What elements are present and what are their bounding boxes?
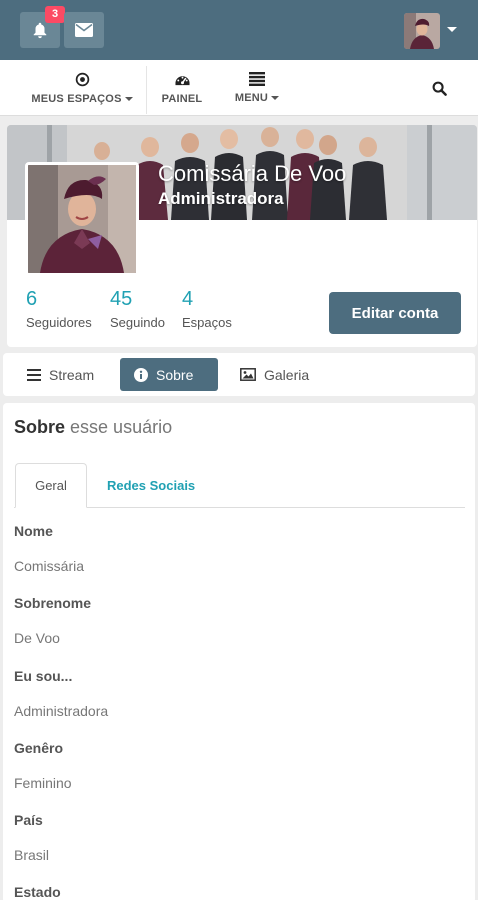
notification-count-badge: 3 <box>45 6 65 23</box>
following-count: 45 <box>110 288 133 310</box>
list-icon <box>249 72 265 86</box>
field-value-last-name: De Voo <box>14 630 60 646</box>
info-circle-icon <box>134 367 148 382</box>
field-label-state: Estado <box>14 884 61 900</box>
about-heading-bold: Sobre <box>14 417 66 437</box>
top-bar: 3 <box>0 0 478 60</box>
bell-icon <box>33 22 47 39</box>
dashboard-icon <box>174 75 190 85</box>
field-label-first-name: Nome <box>14 523 53 539</box>
profile-tabs: Stream Sobre Galeria <box>3 353 475 396</box>
spaces-label: Espaços <box>182 315 232 330</box>
field-value-title: Administradora <box>14 703 109 719</box>
bars-icon <box>27 368 41 381</box>
nav-my-spaces[interactable]: MEUS ESPAÇOS <box>28 60 136 116</box>
account-menu-caret-icon[interactable] <box>447 27 457 32</box>
nav-divider <box>146 66 147 114</box>
nav-dashboard[interactable]: PAINEL <box>154 60 210 116</box>
tab-general[interactable]: Geral <box>15 463 87 508</box>
nav-menu[interactable]: MENU <box>226 60 288 116</box>
nav-dashboard-label: PAINEL <box>161 92 203 105</box>
chevron-down-icon <box>271 96 280 100</box>
edit-account-button[interactable]: Editar conta <box>329 292 461 334</box>
envelope-icon <box>75 23 93 37</box>
main-nav: MEUS ESPAÇOS PAINEL MENU <box>0 60 478 116</box>
chevron-down-icon <box>124 96 133 101</box>
about-card: Sobre esse usuário Geral Redes Sociais N… <box>3 403 475 900</box>
search-button[interactable] <box>425 77 453 99</box>
following-stat[interactable]: 45 Seguindo <box>110 288 165 330</box>
tab-social-networks[interactable]: Redes Sociais <box>107 463 195 508</box>
about-heading-rest: esse usuário <box>70 417 173 437</box>
field-label-title: Eu sou... <box>14 668 73 684</box>
tab-stream[interactable]: Stream <box>13 358 108 391</box>
field-value-gender: Feminino <box>14 775 72 791</box>
image-icon <box>240 368 256 381</box>
field-label-last-name: Sobrenome <box>14 595 92 611</box>
tab-gallery[interactable]: Galeria <box>226 358 323 391</box>
avatar-image <box>404 13 440 49</box>
profile-role: Administradora <box>158 189 284 208</box>
nav-my-spaces-label: MEUS ESPAÇOS <box>31 92 122 105</box>
field-value-first-name: Comissária <box>14 558 85 574</box>
about-heading: Sobre esse usuário <box>14 417 172 438</box>
following-label: Seguindo <box>110 315 165 330</box>
spaces-stat[interactable]: 4 Espaços <box>182 288 232 330</box>
profile-name: Comissária De Voo <box>158 161 347 186</box>
dot-circle-icon <box>75 72 89 86</box>
spaces-count: 4 <box>182 288 194 310</box>
field-label-country: País <box>14 812 43 828</box>
messages-button[interactable] <box>64 12 104 48</box>
followers-count: 6 <box>26 288 38 310</box>
nav-menu-label: MENU <box>234 92 269 104</box>
profile-avatar-image <box>28 165 136 273</box>
followers-label: Seguidores <box>26 315 92 330</box>
field-value-country: Brasil <box>14 847 50 863</box>
profile-header-card: Comissária De Voo Administradora 6 Segui… <box>7 125 477 347</box>
field-label-gender: Genêro <box>14 740 64 756</box>
tab-stream-label: Stream <box>49 366 95 383</box>
tab-about-label: Sobre <box>156 366 194 383</box>
profile-avatar[interactable] <box>25 162 139 276</box>
account-avatar[interactable] <box>404 13 440 49</box>
tab-gallery-label: Galeria <box>264 366 310 383</box>
tab-about[interactable]: Sobre <box>120 358 218 391</box>
search-icon <box>432 81 447 96</box>
followers-stat[interactable]: 6 Seguidores <box>26 288 92 330</box>
